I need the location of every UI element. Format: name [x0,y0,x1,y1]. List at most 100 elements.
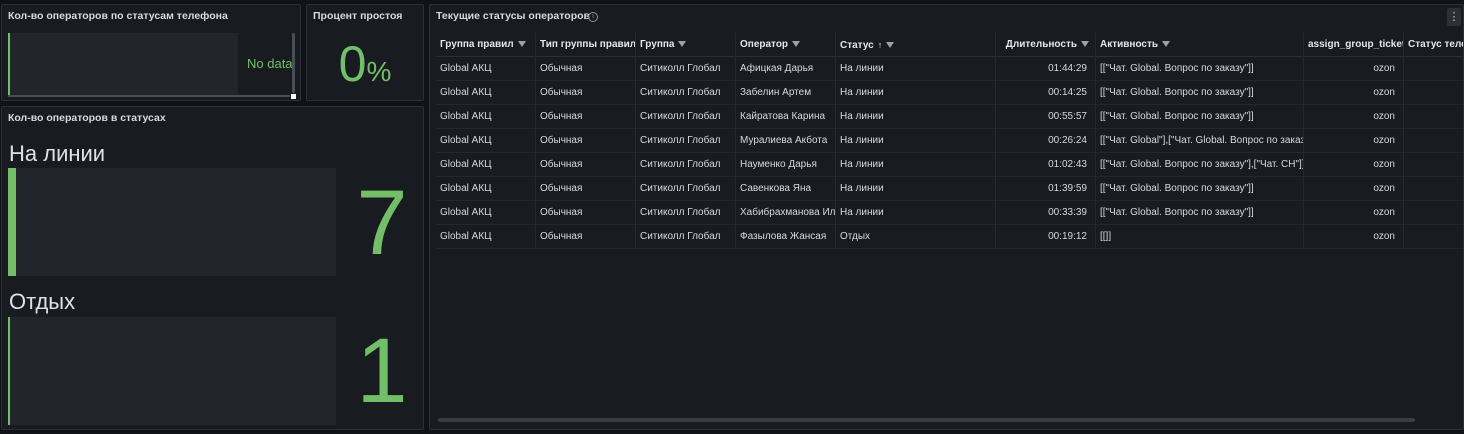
table-row[interactable]: Global АКЦ Обычная Ситиколл Глобал Афицкая … [436,57,1463,81]
no-data-label: No data [247,56,293,71]
status-bar-accent [8,168,16,276]
table-row[interactable]: Global АКЦ Обычная Ситиколл Глобал Фазылова… [436,225,1463,249]
cell-status: На линии [836,153,996,177]
cell-phone-status [1404,105,1463,129]
table-header-row: Группа правил Тип группы правил Группа О… [436,33,1463,57]
cell-duration: 00:55:57 [996,105,1096,129]
cell-group: Ситиколл Глобал [636,105,736,129]
cell-phone-status [1404,81,1463,105]
cell-group: Ситиколл Глобал [636,129,736,153]
operators-table: Группа правил Тип группы правил Группа О… [436,33,1463,249]
cell-assign-group-ticket: ozon [1304,177,1404,201]
operators-in-status-panel: Кол-во операторов в статусах На линии 7 … [1,106,424,430]
cell-operator: Забелин Артем [736,81,836,105]
current-operator-statuses-panel: Текущие статусы операторов i ⋮ Группа пр… [429,4,1464,430]
sort-ascending-icon[interactable]: ↑ [878,40,883,50]
resize-handle[interactable] [291,94,296,99]
status-count-online: 7 [356,172,408,274]
operators-in-status-panel-title[interactable]: Кол-во операторов в статусах [8,112,166,124]
cell-activity: [["Чат. Global. Вопрос по заказу"]] [1096,105,1304,129]
phone-status-panel: Кол-во операторов по статусам телефона N… [1,4,301,101]
filter-icon[interactable] [886,42,895,49]
phone-status-chart [8,33,238,96]
cell-operator: Науменко Дарья [736,153,836,177]
info-icon[interactable]: i [588,12,598,22]
column-header-group[interactable]: Группа [636,33,736,57]
cell-duration: 00:19:12 [996,225,1096,249]
cell-rule-group: Global АКЦ [436,153,536,177]
column-header-rule-group[interactable]: Группа правил [436,33,536,57]
cell-activity: [["Чат. Global"],["Чат. Global. Вопрос п… [1096,129,1304,153]
cell-status: На линии [836,201,996,225]
column-header-operator[interactable]: Оператор [736,33,836,57]
table-row[interactable]: Global АКЦ Обычная Ситиколл Глобал Кайратов… [436,105,1463,129]
cell-operator: Муралиева Акбота [736,129,836,153]
idle-percent-panel-title[interactable]: Процент простоя [313,10,402,22]
cell-rule-group: Global АКЦ [436,225,536,249]
column-header-status[interactable]: Статус ↑ [836,33,996,57]
vertical-scrollbar[interactable] [292,33,295,93]
table-row[interactable]: Global АКЦ Обычная Ситиколл Глобал Савенков… [436,177,1463,201]
status-bar-rest [8,317,336,425]
column-header-activity[interactable]: Активность [1096,33,1304,57]
cell-assign-group-ticket: ozon [1304,153,1404,177]
cell-rule-group-type: Обычная [536,153,636,177]
idle-percent-panel: Процент простоя 0% [306,4,424,101]
cell-duration: 00:26:24 [996,129,1096,153]
cell-operator: Фазылова Жансая [736,225,836,249]
filter-icon[interactable] [792,41,801,48]
cell-rule-group: Global АКЦ [436,201,536,225]
table-horizontal-scrollbar[interactable] [438,418,1415,422]
filter-icon[interactable] [1081,41,1089,48]
cell-activity: [["Чат. Global. Вопрос по заказу"]] [1096,201,1304,225]
cell-rule-group: Global АКЦ [436,105,536,129]
panel-menu-icon[interactable]: ⋮ [1447,8,1461,26]
table-row[interactable]: Global АКЦ Обычная Ситиколл Глобал Науменко… [436,153,1463,177]
cell-group: Ситиколл Глобал [636,57,736,81]
cell-assign-group-ticket: ozon [1304,57,1404,81]
cell-duration: 00:33:39 [996,201,1096,225]
cell-rule-group-type: Обычная [536,177,636,201]
cell-group: Ситиколл Глобал [636,225,736,249]
cell-activity: [["Чат. Global. Вопрос по заказу"]] [1096,81,1304,105]
current-operator-statuses-panel-title[interactable]: Текущие статусы операторов [436,10,590,22]
cell-duration: 01:39:59 [996,177,1096,201]
column-header-phone-status[interactable]: Статус телефона [1404,33,1463,57]
cell-activity: [[]] [1096,225,1304,249]
cell-assign-group-ticket: ozon [1304,81,1404,105]
status-label-rest: Отдых [9,289,76,314]
cell-duration: 01:02:43 [996,153,1096,177]
cell-status: На линии [836,81,996,105]
column-header-assign-group-ticket[interactable]: assign_group_ticket [1304,33,1404,57]
idle-percent-unit: % [366,56,392,87]
column-header-rule-group-type[interactable]: Тип группы правил [536,33,636,57]
cell-rule-group: Global АКЦ [436,81,536,105]
filter-icon[interactable] [1162,41,1171,48]
cell-assign-group-ticket: ozon [1304,105,1404,129]
column-header-duration[interactable]: Длительность [996,33,1096,57]
phone-status-panel-title[interactable]: Кол-во операторов по статусам телефона [8,10,228,22]
table-body: Global АКЦ Обычная Ситиколл Глобал Афицкая … [436,57,1463,249]
cell-phone-status [1404,177,1463,201]
cell-rule-group-type: Обычная [536,57,636,81]
chart-accent [8,33,10,96]
filter-icon[interactable] [517,41,526,48]
cell-phone-status [1404,201,1463,225]
cell-rule-group-type: Обычная [536,201,636,225]
cell-status: На линии [836,177,996,201]
cell-duration: 01:44:29 [996,57,1096,81]
cell-status: Отдых [836,225,996,249]
horizontal-scrollbar[interactable] [8,95,290,97]
filter-icon[interactable] [678,41,687,48]
table-row[interactable]: Global АКЦ Обычная Ситиколл Глобал Забелин … [436,81,1463,105]
cell-status: На линии [836,105,996,129]
cell-assign-group-ticket: ozon [1304,201,1404,225]
cell-activity: [["Чат. Global. Вопрос по заказу"]] [1096,57,1304,81]
cell-status: На линии [836,57,996,81]
table-row[interactable]: Global АКЦ Обычная Ситиколл Глобал Муралиев… [436,129,1463,153]
cell-operator: Хабибрахманова Ил [736,201,836,225]
cell-rule-group: Global АКЦ [436,57,536,81]
cell-group: Ситиколл Глобал [636,177,736,201]
table-row[interactable]: Global АКЦ Обычная Ситиколл Глобал Хабибрах… [436,201,1463,225]
status-bar-online [8,168,336,276]
